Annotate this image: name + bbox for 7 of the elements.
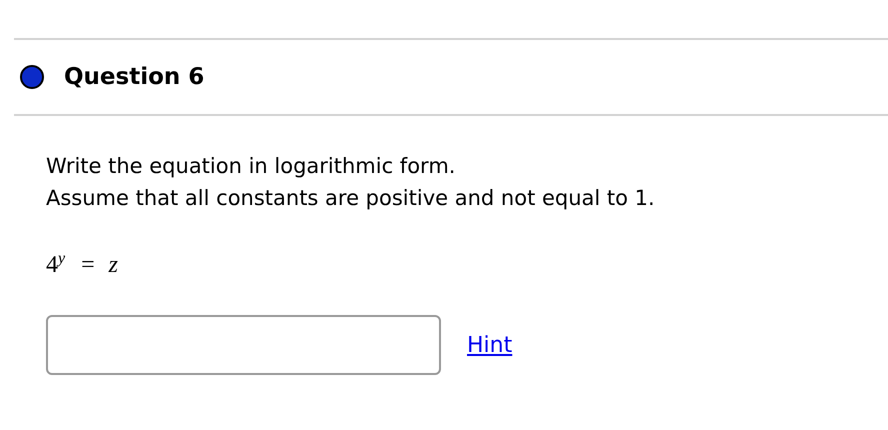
hint-link[interactable]: Hint [467, 332, 512, 358]
instruction-text: Assume that all constants are positive and not equal to 1. [46, 185, 656, 212]
question-title: Question 6 [64, 64, 204, 90]
instruction-text: Write the equation in logarithmic form. [46, 153, 456, 180]
status-dot-icon [20, 65, 44, 89]
answer-field[interactable] [46, 315, 441, 375]
equation: 4$^{y}$ = z [46, 250, 119, 279]
